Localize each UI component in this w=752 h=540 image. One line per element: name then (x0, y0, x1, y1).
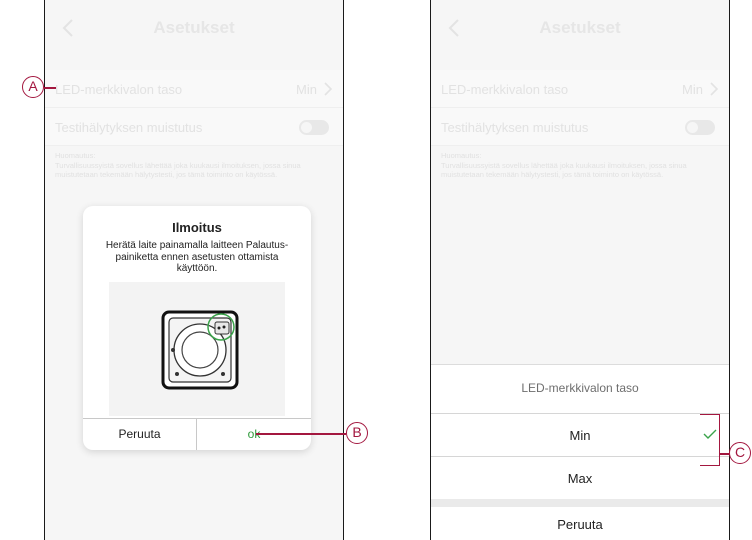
led-level-value: Min (296, 82, 317, 97)
sheet-cancel-label: Peruuta (557, 517, 603, 532)
callout-a: A (22, 76, 44, 98)
test-reminder-label: Testihälytyksen muistutus (55, 120, 203, 135)
led-level-row[interactable]: LED-merkkivalon taso Min (431, 70, 729, 108)
sheet-cancel-button[interactable]: Peruuta (431, 507, 729, 540)
callout-b: B (346, 422, 368, 444)
top-bar: Asetukset (45, 0, 343, 56)
note-paragraph: Huomautus: Turvallisuussyistä sovellus l… (55, 151, 301, 179)
callout-c: C (729, 442, 751, 464)
top-bar: Asetukset (431, 0, 729, 56)
callout-b-line (256, 433, 346, 435)
test-reminder-label: Testihälytyksen muistutus (441, 120, 589, 135)
device-illustration (109, 282, 285, 416)
option-max-label: Max (567, 471, 593, 486)
test-reminder-toggle[interactable] (299, 120, 329, 135)
dialog-message: Herätä laite painamalla laitteen Palautu… (105, 240, 289, 274)
chevron-right-icon (710, 82, 719, 96)
note-paragraph: Huomautus: Turvallisuussyistä sovellus l… (441, 151, 687, 179)
test-reminder-row: Testihälytyksen muistutus (431, 108, 729, 146)
option-max[interactable]: Max (431, 457, 729, 499)
notice-dialog: Ilmoitus Herätä laite painamalla laittee… (83, 206, 311, 450)
chevron-right-icon (324, 82, 333, 96)
dialog-title: Ilmoitus (172, 220, 222, 235)
test-reminder-toggle[interactable] (685, 120, 715, 135)
led-level-value: Min (682, 82, 703, 97)
note-text: Huomautus: Turvallisuussyistä sovellus l… (441, 151, 719, 180)
cancel-button[interactable]: Peruuta (83, 419, 197, 450)
sheet-title: LED-merkkivalon taso (521, 381, 639, 395)
page-title: Asetukset (153, 18, 235, 37)
led-level-row[interactable]: LED-merkkivalon taso Min (45, 70, 343, 108)
phone-screen-left: Asetukset LED-merkkivalon taso Min Testi… (44, 0, 344, 540)
led-level-label: LED-merkkivalon taso (441, 82, 569, 97)
ok-button[interactable]: ok (197, 419, 311, 450)
phone-screen-right: Asetukset LED-merkkivalon taso Min Testi… (430, 0, 730, 540)
sheet-gap (431, 499, 729, 507)
option-min[interactable]: Min (431, 414, 729, 456)
callout-a-line (44, 87, 56, 89)
action-sheet: LED-merkkivalon taso Min Max Peruuta (431, 364, 729, 540)
led-level-label: LED-merkkivalon taso (55, 82, 183, 97)
option-min-label: Min (569, 428, 591, 443)
page-title: Asetukset (539, 18, 621, 37)
smoke-alarm-device-icon (161, 310, 239, 390)
test-reminder-row: Testihälytyksen muistutus (45, 108, 343, 146)
note-text: Huomautus: Turvallisuussyistä sovellus l… (55, 151, 333, 180)
callout-c-bracket (700, 414, 720, 466)
